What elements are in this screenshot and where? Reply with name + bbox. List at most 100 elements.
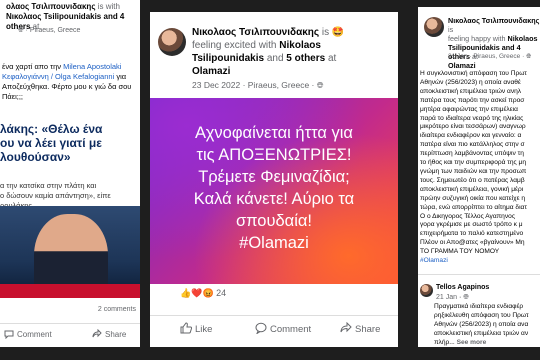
tagged-others[interactable]: 5 others bbox=[286, 53, 325, 64]
tv-banner bbox=[0, 284, 140, 298]
headline-line-2: ου να λέει γιατί με bbox=[0, 136, 102, 150]
globe-icon: 🌐︎ bbox=[463, 294, 469, 301]
share-button[interactable]: Share bbox=[340, 316, 380, 343]
tagged-user-last[interactable]: Tsilipounidakis bbox=[448, 43, 500, 52]
checkin-place[interactable]: Olamazi bbox=[192, 66, 230, 77]
tagged-user-last[interactable]: Tsilipounidakis bbox=[192, 53, 264, 64]
action-bar: Comment Share bbox=[0, 323, 140, 345]
header-is: is bbox=[448, 25, 454, 34]
body-line: γνώμη των παιδιών και την προσωπ bbox=[420, 167, 527, 175]
caption-text-a: ένα χαρτί απο την bbox=[2, 62, 64, 71]
tagged-user-first[interactable]: Nikolaos bbox=[279, 40, 321, 51]
card-line-3: Τρέμετε Φεμιναζίδια; bbox=[198, 168, 350, 186]
share-icon bbox=[92, 328, 102, 341]
body-line: πατέρα είναι πιο κατάλληλος στην σ bbox=[420, 141, 525, 149]
globe-icon: 🌐︎ bbox=[316, 80, 324, 90]
sub-line-2: ο δώσουν καμία απάντηση», είπε bbox=[0, 191, 111, 200]
commenter-name[interactable]: Tellos Agapinos bbox=[436, 284, 489, 291]
card-hashtag[interactable]: #Olamazi bbox=[158, 232, 390, 254]
body-line: Πλέον οι Απο@ατες «βγαίνουν» Μη bbox=[420, 239, 525, 247]
post-location[interactable]: Piraeus, Greece bbox=[30, 27, 81, 34]
thumbs-up-icon bbox=[180, 322, 193, 337]
feeling-text: feeling happy with bbox=[448, 34, 508, 43]
angry-reaction-icon: 😡 bbox=[202, 288, 214, 298]
comment-line: πλήρ... bbox=[434, 338, 455, 346]
commenter-avatar[interactable] bbox=[420, 284, 433, 297]
article-headline[interactable]: λάκης: «Θέλω ένα ου να λέει γιατί με λου… bbox=[0, 122, 140, 164]
comment-body: Πραγματικά ιδιαίτερα ενδιαφέρ ρηξικέλευθ… bbox=[434, 303, 540, 347]
body-line: περίπτωση λαμβάνοντας υπόψιν τη bbox=[420, 150, 524, 158]
feeling-emoji: is 🤩 bbox=[319, 27, 345, 38]
like-button[interactable]: Like bbox=[180, 316, 212, 343]
post-meta: 🌐︎ · Piraeus, Greece bbox=[18, 27, 81, 34]
post-location[interactable]: Piraeus, Greece bbox=[248, 80, 309, 90]
comment-date[interactable]: 21 Jan bbox=[436, 294, 457, 301]
article-image[interactable] bbox=[0, 206, 140, 298]
reactions-summary[interactable]: 👍❤️😡 24 bbox=[180, 288, 226, 299]
post-text-card: Αχνοφαίνεται ήττα για τις ΑΠΟΞΕΝΩΤΡΙΕΣ! … bbox=[150, 98, 398, 284]
body-line: αποκλειστική επιμέλεια, γονική μέρι bbox=[420, 185, 524, 193]
feeling-text: feeling excited with bbox=[192, 40, 280, 51]
post-header: Νικολαος Τσιλιπουνιδακης is 🤩 feeling ex… bbox=[192, 26, 392, 78]
comment-count[interactable]: 2 comments bbox=[98, 306, 136, 313]
sub-line-1: α την κατσίκα στην πλάτη και bbox=[0, 181, 97, 190]
headline-line-3: λουθούσαν» bbox=[0, 150, 71, 164]
post-date[interactable]: 31 Jan bbox=[448, 53, 468, 60]
caption-mention-1[interactable]: Milena Apostolaki bbox=[63, 62, 121, 71]
body-line: Αθηνών (256/2023) η οποία αναθέ bbox=[420, 78, 521, 86]
body-line: μητέρα αφαιρώντας την επιμέλεια bbox=[420, 105, 518, 113]
tagged-user[interactable]: Νικολαος Tsilipounidakis bbox=[6, 12, 101, 21]
body-line: ιδιαίτερα ενδιαφέρον και γενναίο: α bbox=[420, 132, 522, 140]
author-name[interactable]: Νικολαος Τσιλιπουνιδακης bbox=[448, 16, 539, 25]
post-date[interactable]: 23 Dec 2022 bbox=[192, 80, 240, 90]
body-line: μικρότερο είναι τεσσάρων) αναγνωρ bbox=[420, 123, 526, 131]
comment-icon bbox=[255, 322, 267, 337]
post-caption: ένα χαρτί απο την Milena Apostolaki Κεφα… bbox=[0, 62, 140, 102]
author-name[interactable]: ολαος Τσιλιπουνιδακης bbox=[6, 2, 95, 11]
post-location[interactable]: Piraeus, Greece bbox=[473, 53, 520, 60]
author-name[interactable]: Νικολαος Τσιλιπουνιδακης bbox=[192, 27, 319, 38]
body-line: γορα γκρέμισε με σωστό τρόπο κ μ bbox=[420, 221, 523, 229]
share-icon bbox=[340, 321, 352, 337]
share-button[interactable]: Share bbox=[92, 324, 126, 345]
comment-item: Tellos Agapinos 21 Jan · 🌐︎ Πραγματικά ι… bbox=[418, 274, 540, 347]
globe-icon: 🌐︎ bbox=[526, 53, 532, 60]
card-line-5: σπουδαία! bbox=[235, 212, 313, 230]
comment-button[interactable]: Comment bbox=[255, 316, 311, 343]
share-label: Share bbox=[355, 324, 381, 335]
body-line: επιχειρήματα το παλιό κατεστημένο bbox=[420, 230, 524, 238]
body-line: Η συγκλονιστική απόφαση του Πρωτ bbox=[420, 70, 527, 77]
author-avatar[interactable] bbox=[158, 28, 186, 56]
comment-button[interactable]: Comment bbox=[4, 324, 52, 345]
tagged-user-first[interactable]: Nikolaos bbox=[508, 34, 538, 43]
headline-line-1: λάκης: «Θέλω ένα bbox=[0, 122, 103, 136]
comment-header: Tellos Agapinos 21 Jan · 🌐︎ bbox=[436, 284, 490, 301]
at-text: at bbox=[325, 53, 337, 64]
card-line-4: Καλά κάνετε! Αύριο τα bbox=[193, 190, 355, 208]
body-line: ΤΟ ΓΡΑΜΜΑ ΤΟΥ ΝΟΜΟΥ bbox=[420, 248, 500, 256]
caption-line-3: Αποζεύχθηκα. Φέρτο μου κ γιώ δα σου bbox=[2, 82, 132, 91]
comment-line: αποκλειστική επιμέλεια τριών αν bbox=[434, 329, 529, 337]
post-hashtag[interactable]: #Olamazi bbox=[420, 257, 540, 266]
post-body: Η συγκλονιστική απόφαση του Πρωτ Αθηνών … bbox=[420, 70, 540, 266]
caption-text-b: για bbox=[114, 72, 127, 81]
globe-icon: 🌐︎ bbox=[18, 27, 24, 34]
caption-mention-2[interactable]: Κεφαλογιάννη / Olga Kefalogianni bbox=[2, 72, 114, 81]
like-reaction-icon: 👍 bbox=[180, 288, 192, 298]
card-line-2: τις ΑΠΟΞΕΝΩΤΡΙΕΣ! bbox=[196, 146, 352, 164]
middle-post-panel: Νικολαος Τσιλιπουνιδακης is 🤩 feeling ex… bbox=[150, 12, 398, 347]
body-line: τους. Σημειωτέο ότι ο πατέρας λαμβ bbox=[420, 176, 525, 184]
share-label: Share bbox=[105, 330, 127, 339]
author-avatar[interactable] bbox=[424, 17, 444, 37]
checkin-place[interactable]: Olamazi bbox=[448, 61, 476, 70]
body-line: αποκλειστική επιμέλεια τριών ανηλ bbox=[420, 87, 522, 95]
right-post-panel: Νικολαος Τσιλιπουνιδακης is feeling happ… bbox=[418, 7, 540, 347]
like-label: Like bbox=[195, 324, 213, 335]
and-text: and bbox=[264, 53, 287, 64]
body-line: πατέρα τους παρότι την ασκεί προσ bbox=[420, 96, 525, 104]
see-more-link[interactable]: See more bbox=[455, 339, 487, 346]
reaction-count: 24 bbox=[216, 288, 227, 298]
comment-line: ρηξικέλευθη απόφαση του Πρωτ bbox=[434, 311, 529, 319]
caption-line-4: Πάει;;; bbox=[2, 92, 24, 101]
post-meta: 23 Dec 2022 · Piraeus, Greece · 🌐︎ bbox=[192, 80, 324, 90]
